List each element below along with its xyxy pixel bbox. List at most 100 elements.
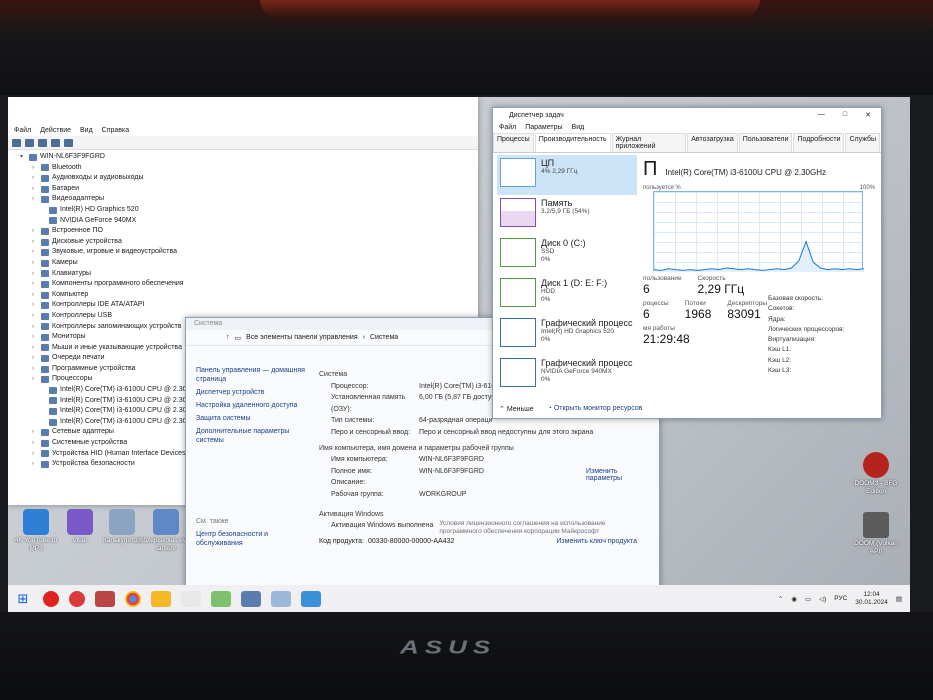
change-params-link[interactable]: Изменить параметры: [586, 468, 646, 482]
monitor-icon[interactable]: [64, 138, 73, 147]
device-item[interactable]: Intel(R) HD Graphics 520: [20, 205, 478, 216]
nav-device-manager[interactable]: Диспетчер устройств: [196, 388, 311, 397]
file-explorer-icon[interactable]: [151, 590, 171, 607]
chevron-right-icon[interactable]: ›: [32, 279, 38, 290]
chevron-right-icon[interactable]: ›: [32, 269, 38, 280]
minimize-icon[interactable]: —: [818, 111, 825, 119]
media-icon[interactable]: [95, 590, 115, 607]
task-manager-window[interactable]: Диспетчер задач — □ ✕ Файл Параметры Вид…: [492, 107, 882, 419]
device-category[interactable]: › Батареи: [20, 184, 478, 195]
tab[interactable]: Производительность: [534, 133, 611, 152]
chevron-right-icon[interactable]: ›: [32, 290, 38, 301]
change-key-link[interactable]: Изменить ключ продукта: [556, 536, 649, 548]
chevron-right-icon[interactable]: ›: [32, 300, 38, 311]
menu-action[interactable]: Действие: [40, 127, 71, 134]
chevron-right-icon[interactable]: ›: [32, 332, 38, 343]
chevron-right-icon[interactable]: ›: [32, 374, 38, 385]
desktop-shortcut[interactable]: DOOM (Vulkan API): [848, 512, 904, 556]
volume-icon[interactable]: ◁): [819, 595, 826, 603]
device-category[interactable]: › Компоненты программного обеспечения: [20, 279, 478, 290]
chevron-right-icon[interactable]: ›: [32, 237, 38, 248]
chevron-right-icon[interactable]: ›: [32, 427, 38, 438]
device-manager-taskbar-icon[interactable]: [241, 590, 261, 607]
up-arrow-icon[interactable]: ↑: [226, 334, 230, 341]
chevron-right-icon[interactable]: ›: [32, 343, 38, 354]
back-icon[interactable]: [12, 138, 21, 147]
resource-item[interactable]: Графический процесс Intel(R) HD Graphics …: [497, 315, 637, 355]
nav-advanced-settings[interactable]: Дополнительные параметры системы: [196, 427, 311, 445]
chevron-right-icon[interactable]: ›: [32, 353, 38, 364]
opera-icon[interactable]: [43, 590, 59, 607]
clock[interactable]: 12:04 30.01.2024: [855, 591, 888, 607]
tab[interactable]: Журнал приложений: [611, 133, 687, 152]
menu-view[interactable]: Вид: [80, 127, 93, 134]
maximize-icon[interactable]: □: [843, 111, 847, 119]
tab[interactable]: Подробности: [793, 133, 845, 152]
device-category[interactable]: › Компьютер: [20, 290, 478, 301]
fewer-details-button[interactable]: ⌃ Меньше: [499, 405, 534, 413]
chevron-right-icon[interactable]: ›: [32, 322, 38, 333]
notifications-icon[interactable]: ▤: [896, 595, 902, 603]
resource-item[interactable]: Диск 1 (D: E: F:) HDD 0%: [497, 275, 637, 315]
menu-help[interactable]: Справка: [102, 127, 129, 134]
tab[interactable]: Автозагрузка: [687, 133, 738, 152]
chevron-right-icon[interactable]: ›: [32, 226, 38, 237]
tab[interactable]: Службы: [845, 133, 880, 152]
menu-file[interactable]: Файл: [14, 127, 31, 134]
device-tree-root[interactable]: ▾ WIN-NL6F3F9FGRD: [20, 152, 478, 163]
task-manager-taskbar-icon[interactable]: [301, 590, 321, 607]
device-category[interactable]: › Видеоадаптеры: [20, 194, 478, 205]
nav-security-center[interactable]: Центр безопасности и обслуживания: [196, 530, 311, 548]
device-category[interactable]: › Дисковые устройства: [20, 237, 478, 248]
app-icon[interactable]: [69, 590, 85, 607]
chevron-right-icon[interactable]: ›: [32, 449, 38, 460]
device-category[interactable]: › Камеры: [20, 258, 478, 269]
forward-icon[interactable]: [25, 138, 34, 147]
breadcrumb-system[interactable]: Система: [370, 334, 398, 341]
device-item[interactable]: NVIDIA GeForce 940MX: [20, 216, 478, 227]
control-panel-taskbar-icon[interactable]: [271, 590, 291, 607]
chevron-right-icon[interactable]: ›: [32, 194, 38, 205]
chevron-right-icon[interactable]: ›: [32, 163, 38, 174]
desktop-shortcut[interactable]: DOOM3 - BFG Edition: [848, 452, 904, 496]
properties-icon[interactable]: [38, 138, 47, 147]
chevron-right-icon[interactable]: ›: [32, 247, 38, 258]
chevron-right-icon[interactable]: ›: [32, 173, 38, 184]
help-icon[interactable]: [51, 138, 60, 147]
close-icon[interactable]: ✕: [865, 111, 871, 119]
chevron-right-icon[interactable]: ›: [32, 438, 38, 449]
device-category[interactable]: › Контроллеры IDE ATA/ATAPI: [20, 300, 478, 311]
chevron-right-icon[interactable]: ›: [32, 311, 38, 322]
chevron-right-icon[interactable]: ›: [32, 258, 38, 269]
tab[interactable]: Пользователи: [738, 133, 793, 152]
chrome-icon[interactable]: [125, 590, 141, 607]
device-category[interactable]: › Аудиовходы и аудиовыходы: [20, 173, 478, 184]
chevron-right-icon[interactable]: ›: [32, 364, 38, 375]
tm-menu-file[interactable]: Файл: [499, 124, 516, 131]
tab[interactable]: Процессы: [493, 133, 534, 152]
device-category[interactable]: › Звуковые, игровые и видеоустройства: [20, 247, 478, 258]
device-category[interactable]: › Клавиатуры: [20, 269, 478, 280]
nav-remote-settings[interactable]: Настройка удаленного доступа: [196, 401, 311, 410]
chevron-right-icon[interactable]: ›: [32, 459, 38, 470]
chevron-down-icon[interactable]: ▾: [20, 152, 26, 163]
tm-menu-view[interactable]: Вид: [572, 124, 585, 131]
app-icon-3[interactable]: [211, 590, 231, 607]
nav-system-protection[interactable]: Защита системы: [196, 414, 311, 423]
open-resource-monitor-link[interactable]: ◔ Открыть монитор ресурсов: [548, 405, 643, 413]
chevron-up-icon[interactable]: ⌃: [778, 595, 783, 603]
resource-item[interactable]: Память 3,2/5,9 ГБ (54%): [497, 195, 637, 235]
app-icon-2[interactable]: [181, 590, 201, 607]
battery-icon[interactable]: ▭: [805, 595, 811, 603]
device-category[interactable]: › Встроенное ПО: [20, 226, 478, 237]
resource-item[interactable]: Графический процесс NVIDIA GeForce 940MX 0…: [497, 355, 637, 395]
device-category[interactable]: › Bluetooth: [20, 163, 478, 174]
resource-item[interactable]: ЦП 4% 2,29 ГГц: [497, 155, 637, 195]
license-terms-link[interactable]: Условия лицензионного соглашения на испо…: [433, 520, 649, 536]
tm-menu-options[interactable]: Параметры: [525, 124, 562, 131]
start-button[interactable]: ⊞: [13, 591, 33, 607]
nav-control-panel-home[interactable]: Панель управления — домашняя страница: [196, 366, 311, 384]
language-indicator[interactable]: РУС: [834, 595, 847, 602]
network-icon[interactable]: ◉: [791, 595, 797, 603]
resource-item[interactable]: Диск 0 (C:) SSD 0%: [497, 235, 637, 275]
